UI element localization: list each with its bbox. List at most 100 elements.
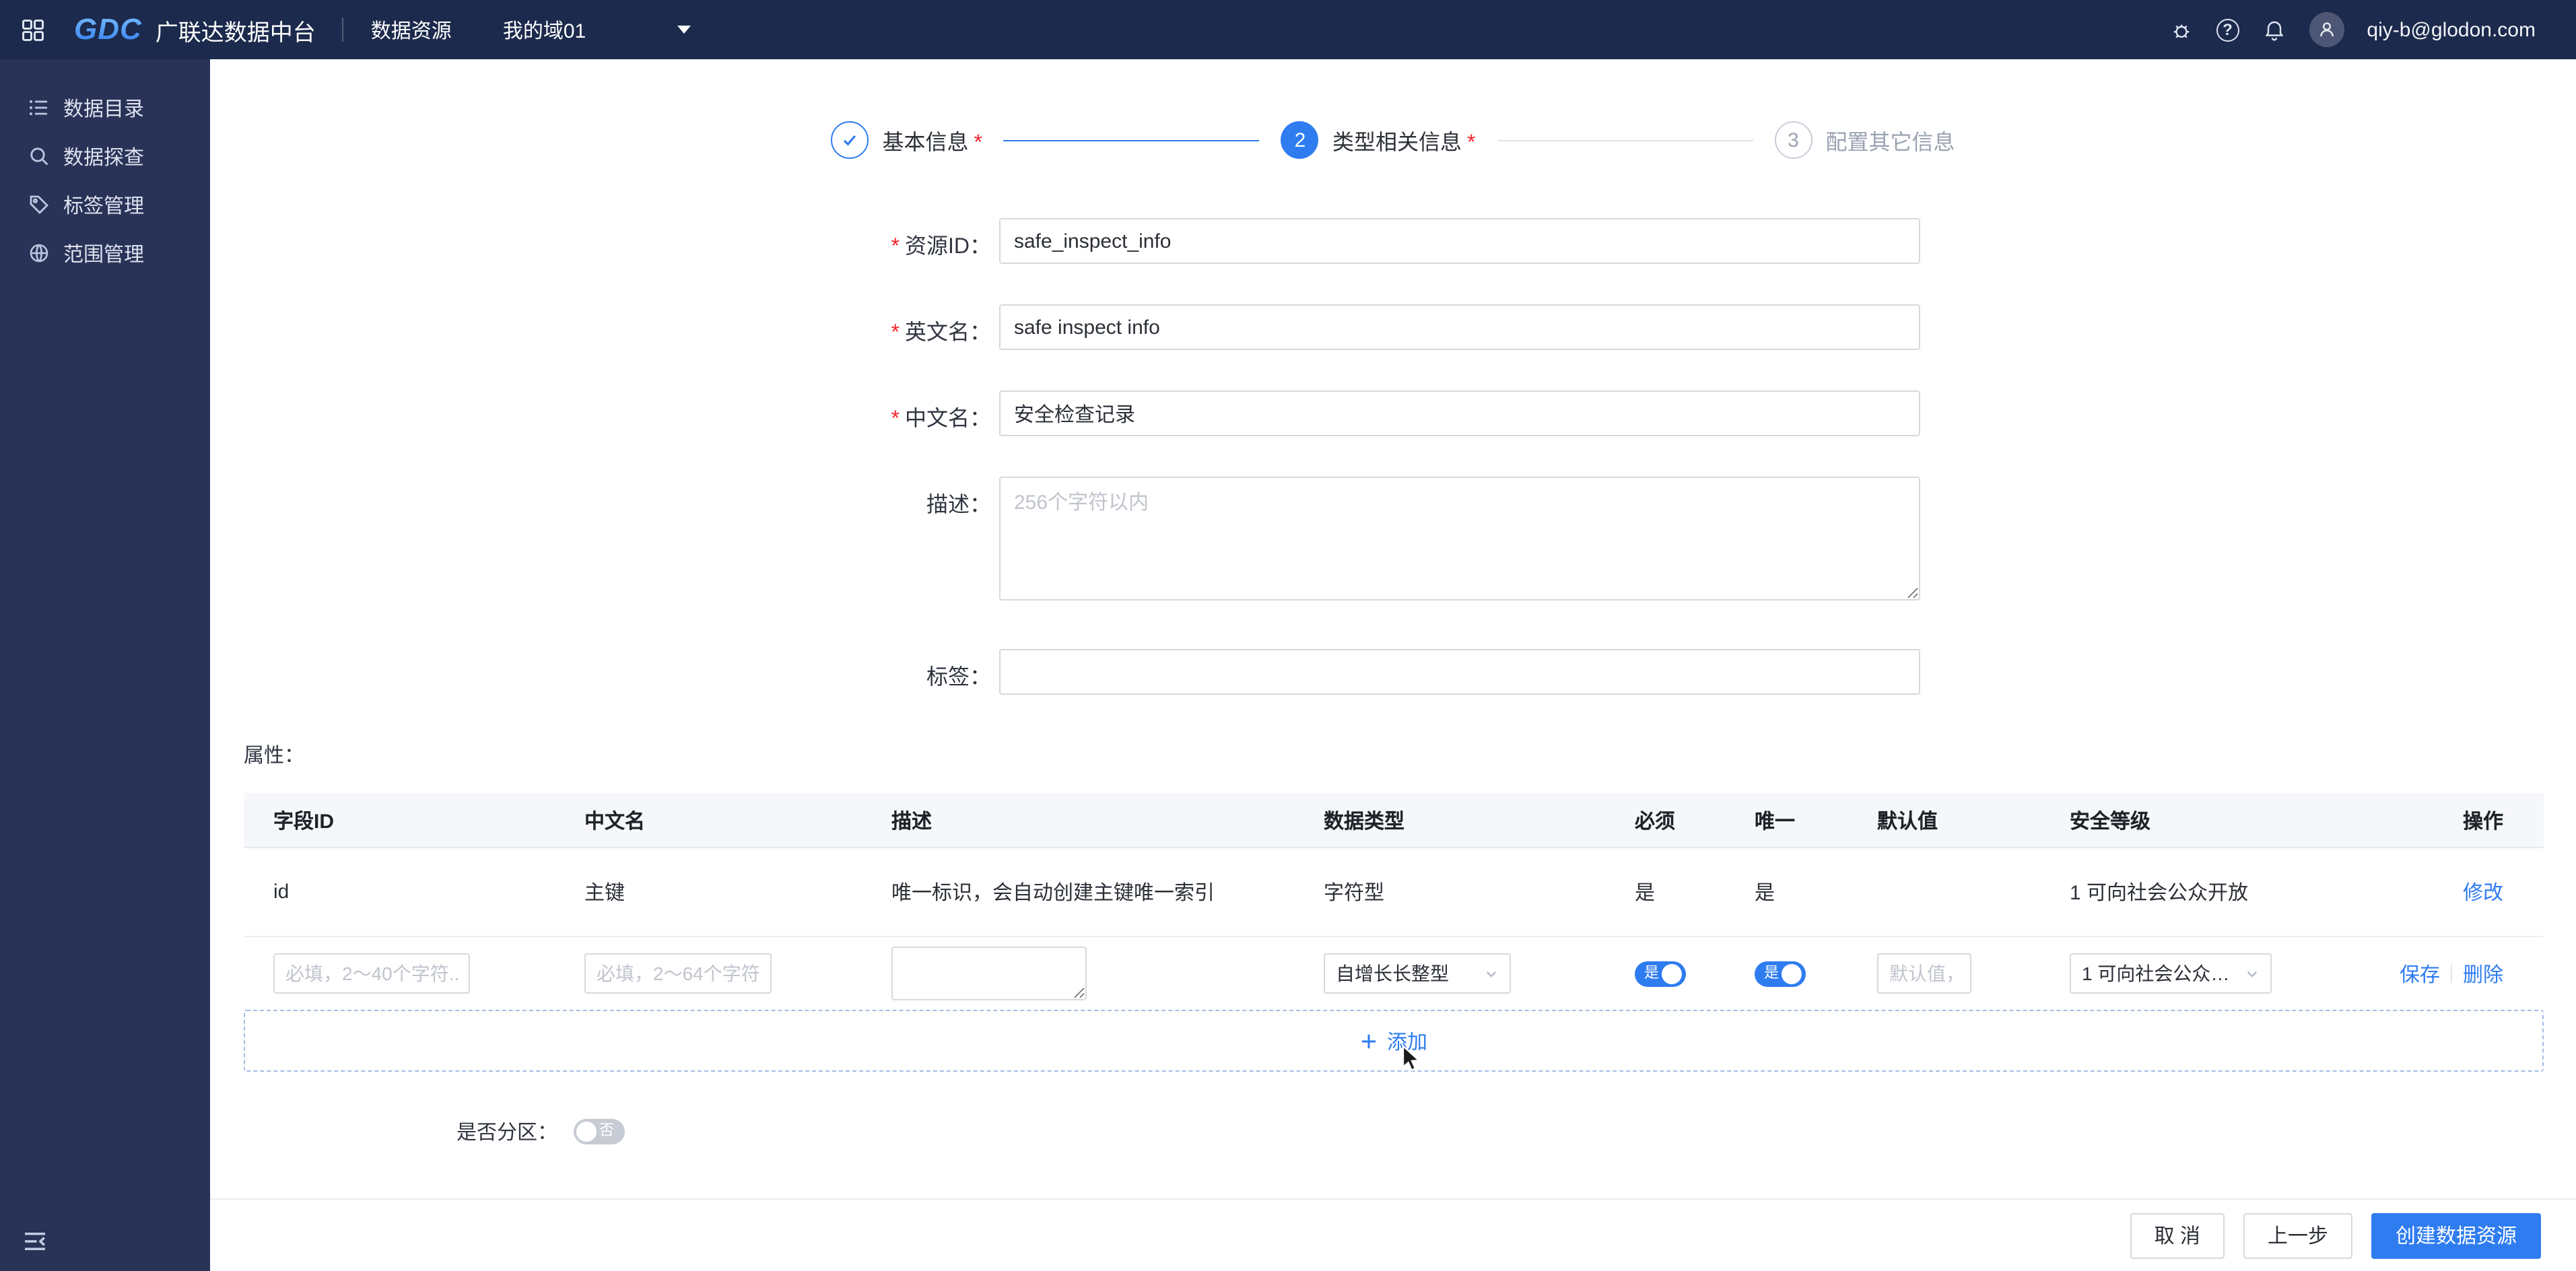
sidebar: 数据目录 数据探查 标签管理 范围管理	[0, 59, 210, 1271]
english-name-input[interactable]	[999, 304, 1920, 350]
domain-select-value: 我的域01	[502, 20, 586, 42]
field-cn-name-input[interactable]	[584, 953, 772, 994]
toggle-on-label: 是	[1644, 965, 1659, 981]
col-header-actions: 操作	[2462, 810, 2503, 833]
cancel-button[interactable]: 取 消	[2130, 1212, 2225, 1258]
step-indicator: 基本信息 * 2 类型相关信息 * 3 配置其它信息	[210, 121, 2576, 159]
col-header-default: 默认值	[1877, 810, 1938, 833]
cell-required: 是	[1635, 882, 1656, 905]
form-row: 描述：	[210, 477, 2576, 600]
magnifier-icon	[28, 145, 50, 167]
toggle-knob	[1782, 963, 1802, 984]
step-number: 2	[1281, 121, 1319, 159]
action-divider	[2450, 964, 2452, 983]
security-level-select[interactable]: 1 可向社会公众开放	[2070, 953, 2272, 994]
col-header-unique: 唯一	[1755, 810, 1796, 833]
tag-icon	[28, 194, 50, 215]
app-root: GDC 广联达数据中台 数据资源 我的域01 ? qiy-b@glodon.co…	[0, 0, 2576, 1271]
field-id-input[interactable]	[273, 953, 470, 994]
type-info-form: *资源ID： *英文名： *中文名： 描述： 标签：	[210, 218, 2576, 695]
step-other-config[interactable]: 3 配置其它信息	[1774, 121, 1955, 159]
form-row: * 英文名：	[210, 304, 2576, 350]
toggle-off-label: 否	[599, 1123, 615, 1139]
cell-data-type: 字符型	[1324, 882, 1385, 905]
cell-description: 唯一标识，会自动创建主键唯一索引	[891, 882, 1215, 905]
topbar-divider	[342, 18, 344, 42]
step-label: 基本信息 *	[882, 132, 982, 155]
sidebar-item-label: 范围管理	[63, 243, 145, 266]
unique-toggle[interactable]: 是	[1755, 961, 1806, 986]
catalog-list-icon	[28, 97, 50, 118]
tag-input[interactable]	[999, 649, 1920, 695]
user-avatar[interactable]	[2309, 12, 2344, 47]
previous-step-button[interactable]: 上一步	[2243, 1212, 2352, 1258]
step-number: 3	[1774, 121, 1812, 159]
step-label: 类型相关信息 *	[1332, 132, 1476, 155]
add-attribute-button[interactable]: 添加	[244, 1010, 2544, 1072]
chevron-down-icon	[677, 26, 691, 34]
table-row: id 主键 唯一标识，会自动创建主键唯一索引 字符型 是 是 1 可向社会公众开…	[244, 848, 2544, 937]
attributes-section-title: 属性：	[244, 745, 305, 767]
sidebar-item-data-catalog[interactable]: 数据目录	[0, 83, 210, 132]
domain-select[interactable]: 我的域01	[503, 15, 691, 44]
chinese-name-input[interactable]	[999, 390, 1920, 436]
default-value-input[interactable]	[1877, 953, 1971, 994]
field-description-textarea[interactable]	[891, 947, 1087, 1000]
cell-unique: 是	[1755, 882, 1775, 905]
toggle-knob	[1662, 963, 1682, 984]
bug-icon[interactable]	[2169, 18, 2193, 42]
tag-label: 标签：	[926, 666, 991, 689]
sidebar-collapse-icon[interactable]	[22, 1228, 48, 1255]
nav-item-data-resource[interactable]: 数据资源	[371, 15, 452, 44]
add-attribute-label: 添加	[1386, 1031, 1427, 1054]
required-toggle[interactable]: 是	[1635, 961, 1686, 986]
security-level-select-value: 1 可向社会公众开放	[2082, 963, 2239, 984]
form-row: * 中文名：	[210, 390, 2576, 436]
brand-title: 广联达数据中台	[155, 20, 316, 45]
user-email[interactable]: qiy-b@glodon.com	[2367, 18, 2536, 41]
cell-security: 1 可向社会公众开放	[2070, 882, 2249, 905]
required-mark: *	[891, 408, 900, 431]
sidebar-item-label: 数据探查	[63, 146, 145, 169]
topbar: GDC 广联达数据中台 数据资源 我的域01 ? qiy-b@glodon.co…	[0, 0, 2576, 59]
col-header-field-id: 字段ID	[273, 810, 335, 833]
toggle-on-label: 是	[1764, 965, 1779, 981]
col-header-required: 必须	[1635, 810, 1676, 833]
form-row: * 资源ID：	[210, 218, 2576, 264]
col-header-data-type: 数据类型	[1324, 810, 1405, 833]
chinese-name-label: * 中文名：	[891, 408, 992, 431]
help-icon[interactable]: ?	[2216, 18, 2239, 41]
chevron-down-icon	[1486, 970, 1497, 977]
sidebar-item-tag-manage[interactable]: 标签管理	[0, 180, 210, 229]
footer-actions: 取 消 上一步 创建数据资源	[210, 1198, 2576, 1271]
globe-icon	[28, 242, 50, 264]
data-type-select[interactable]: 自增长长整型	[1324, 953, 1511, 994]
bell-icon[interactable]	[2262, 18, 2286, 42]
partition-label: 是否分区：	[456, 1122, 558, 1144]
required-mark: *	[891, 236, 900, 259]
save-link[interactable]: 保存	[2400, 959, 2440, 988]
attribute-editor-row: 自增长长整型 是 是	[244, 937, 2544, 1010]
attributes-table: 字段ID 中文名 描述 数据类型 必须 唯一 默认值 安全等级 操作 id 主键…	[244, 793, 2544, 1010]
step-type-info[interactable]: 2 类型相关信息 *	[1281, 121, 1476, 159]
step-label: 配置其它信息	[1825, 132, 1955, 155]
step-connector	[1003, 139, 1260, 141]
create-data-resource-button[interactable]: 创建数据资源	[2371, 1212, 2541, 1258]
attributes-table-header: 字段ID 中文名 描述 数据类型 必须 唯一 默认值 安全等级 操作	[244, 793, 2544, 848]
english-name-label: * 英文名：	[891, 322, 992, 345]
resource-id-input[interactable]	[999, 218, 1920, 264]
edit-link[interactable]: 修改	[2463, 878, 2503, 906]
step-basic-info[interactable]: 基本信息 *	[831, 121, 982, 159]
toggle-knob	[576, 1122, 597, 1142]
partition-toggle[interactable]: 否	[574, 1119, 625, 1144]
apps-grid-icon[interactable]	[20, 18, 44, 42]
form-row: 标签：	[210, 649, 2576, 695]
col-header-description: 描述	[891, 810, 933, 833]
main-content: 基本信息* 2 类型相关信息* 3 配置其它信息 *资源ID： *英文名：	[210, 59, 2576, 1198]
sidebar-item-scope-manage[interactable]: 范围管理	[0, 229, 210, 277]
delete-link[interactable]: 删除	[2463, 959, 2503, 988]
partition-row: 是否分区： 否	[456, 1118, 2576, 1146]
sidebar-item-data-explore[interactable]: 数据探查	[0, 132, 210, 180]
cell-cn-name: 主键	[584, 882, 625, 905]
description-textarea[interactable]	[999, 477, 1920, 600]
